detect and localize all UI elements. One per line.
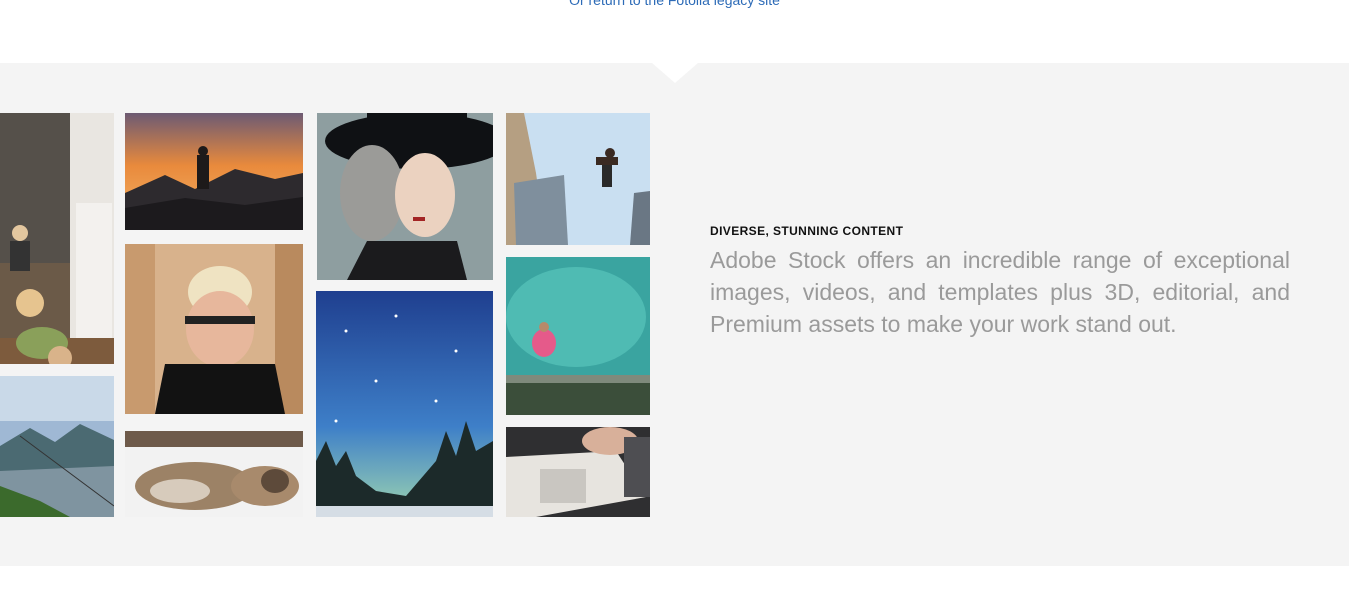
photo-man-jumping-rooftops [506, 113, 650, 245]
photo-child-kitchen-chalkboard [0, 113, 114, 364]
photo-hot-sauce-poster [506, 427, 650, 517]
photo-starry-night-forest [316, 291, 493, 517]
photo-mountain-city-view [0, 376, 114, 517]
photo-wolves-snow [125, 431, 303, 517]
section-pointer [652, 63, 698, 83]
photo-woman-covering-face [125, 244, 303, 414]
photo-hiker-sunset-mountain [125, 113, 303, 230]
photo-woman-black-hat [317, 113, 493, 280]
feature-caption: DIVERSE, STUNNING CONTENT Adobe Stock of… [710, 224, 1290, 340]
photo-pool-pink-float [506, 257, 650, 415]
feature-description: Adobe Stock offers an incredible range o… [710, 247, 1290, 337]
feature-heading: DIVERSE, STUNNING CONTENT [710, 224, 904, 238]
fotolia-legacy-link[interactable]: Or return to the Fotolia legacy site [0, 0, 1349, 8]
